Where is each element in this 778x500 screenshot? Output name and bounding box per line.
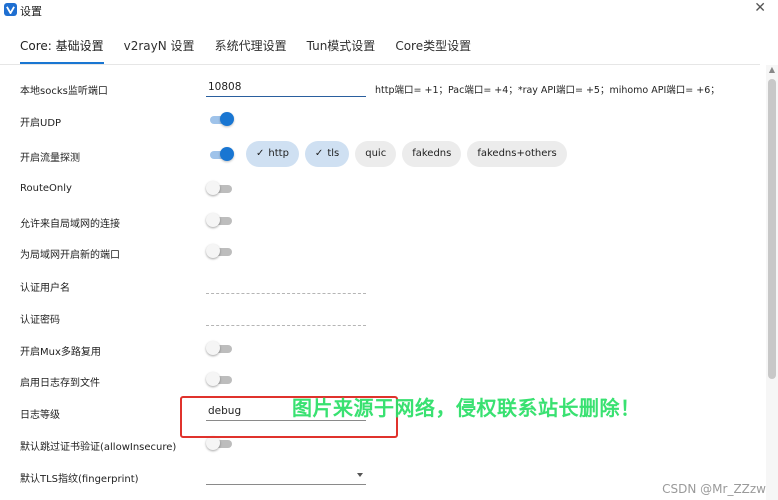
- auth-user-input[interactable]: [206, 274, 366, 294]
- allow-insecure-toggle[interactable]: [206, 436, 234, 451]
- tab-divider: [0, 64, 760, 65]
- setting-log-to-file: 启用日志存到文件: [0, 365, 760, 395]
- toggle-thumb: [220, 112, 234, 126]
- auth-user-label: 认证用户名: [20, 283, 70, 294]
- chip-quic[interactable]: quic: [355, 141, 397, 167]
- port-hint: http端口= +1；Pac端口= +4；*ray API端口= +5；miho…: [375, 85, 720, 96]
- tab-core-type[interactable]: Core类型设置: [385, 34, 481, 60]
- mux-label: 开启Mux多路复用: [20, 347, 101, 358]
- setting-socks-port: 本地socks监听端口 http端口= +1；Pac端口= +4；*ray AP…: [0, 74, 760, 104]
- scroll-thumb[interactable]: [768, 79, 776, 379]
- sniffing-toggle[interactable]: [206, 147, 234, 162]
- tab-v2rayn[interactable]: v2rayN 设置: [114, 34, 205, 60]
- udp-label: 开启UDP: [20, 118, 62, 129]
- toggle-thumb: [206, 436, 220, 450]
- tab-system-proxy[interactable]: 系统代理设置: [205, 34, 297, 60]
- toggle-thumb: [206, 213, 220, 227]
- toggle-thumb: [206, 372, 220, 386]
- setting-auth-user: 认证用户名: [0, 270, 760, 300]
- route-only-toggle[interactable]: [206, 181, 234, 196]
- route-only-label: RouteOnly: [20, 183, 72, 194]
- lan-new-port-label: 为局域网开启新的端口: [20, 250, 120, 261]
- tab-tun[interactable]: Tun模式设置: [297, 34, 386, 60]
- window-title: 设置: [20, 5, 42, 18]
- title-bar: 设置 ✕: [0, 0, 778, 20]
- chip-tls[interactable]: ✓ tls: [304, 141, 350, 167]
- setting-lan-new-port: 为局域网开启新的端口: [0, 237, 760, 267]
- vertical-scrollbar[interactable]: ▲: [766, 65, 778, 500]
- auth-pass-input[interactable]: [206, 306, 366, 326]
- app-logo-icon: [4, 3, 17, 16]
- log-to-file-toggle[interactable]: [206, 372, 234, 387]
- scroll-up-icon[interactable]: ▲: [767, 65, 777, 75]
- auth-pass-label: 认证密码: [20, 315, 60, 326]
- log-to-file-label: 启用日志存到文件: [20, 378, 100, 389]
- close-icon[interactable]: ✕: [754, 0, 766, 16]
- chip-label: quic: [365, 148, 387, 159]
- toggle-thumb: [206, 181, 220, 195]
- chip-label: http: [268, 148, 289, 159]
- chip-http[interactable]: ✓ http: [246, 141, 299, 167]
- fingerprint-select[interactable]: [206, 465, 366, 485]
- chip-label: fakedns+others: [477, 148, 557, 159]
- check-icon: ✓: [256, 148, 265, 159]
- setting-udp: 开启UDP: [0, 105, 760, 135]
- watermark-text: 图片来源于网络，侵权联系站长删除！: [292, 396, 641, 420]
- toggle-thumb: [206, 341, 220, 355]
- setting-allow-lan: 允许来自局域网的连接: [0, 205, 760, 235]
- setting-auth-pass: 认证密码: [0, 302, 760, 332]
- tab-core-basic[interactable]: Core: 基础设置: [10, 34, 114, 64]
- sniffing-label: 开启流量探测: [20, 153, 80, 164]
- chevron-down-icon[interactable]: [357, 473, 363, 477]
- toggle-thumb: [206, 244, 220, 258]
- setting-route-only: RouteOnly: [0, 174, 760, 204]
- allow-lan-toggle[interactable]: [206, 213, 234, 228]
- check-icon: ✓: [314, 148, 324, 159]
- udp-toggle[interactable]: [206, 112, 234, 127]
- toggle-thumb: [220, 147, 234, 161]
- credit-text: CSDN @Mr_ZZzw: [662, 482, 766, 496]
- mux-toggle[interactable]: [206, 341, 234, 356]
- chip-fakedns-others[interactable]: fakedns+others: [467, 141, 567, 167]
- chip-fakedns[interactable]: fakedns: [402, 141, 462, 167]
- lan-new-port-toggle[interactable]: [206, 244, 234, 259]
- log-level-label: 日志等级: [20, 410, 60, 421]
- fingerprint-label: 默认TLS指纹(fingerprint): [20, 474, 139, 485]
- settings-tabs: Core: 基础设置 v2rayN 设置 系统代理设置 Tun模式设置 Core…: [10, 34, 481, 64]
- socks-port-label: 本地socks监听端口: [20, 86, 108, 97]
- setting-sniffing: 开启流量探测 ✓ http ✓ tls quic fakedns fakedns…: [0, 140, 760, 170]
- setting-fingerprint: 默认TLS指纹(fingerprint): [0, 461, 760, 491]
- socks-port-input[interactable]: [206, 77, 366, 97]
- chip-label: fakedns: [412, 148, 452, 159]
- setting-mux: 开启Mux多路复用: [0, 334, 760, 364]
- sniffing-protocol-chips: ✓ http ✓ tls quic fakedns fakedns+others: [246, 141, 567, 167]
- allow-insecure-label: 默认跳过证书验证(allowInsecure): [20, 442, 177, 453]
- allow-lan-label: 允许来自局域网的连接: [20, 219, 120, 230]
- chip-label: tls: [327, 148, 340, 159]
